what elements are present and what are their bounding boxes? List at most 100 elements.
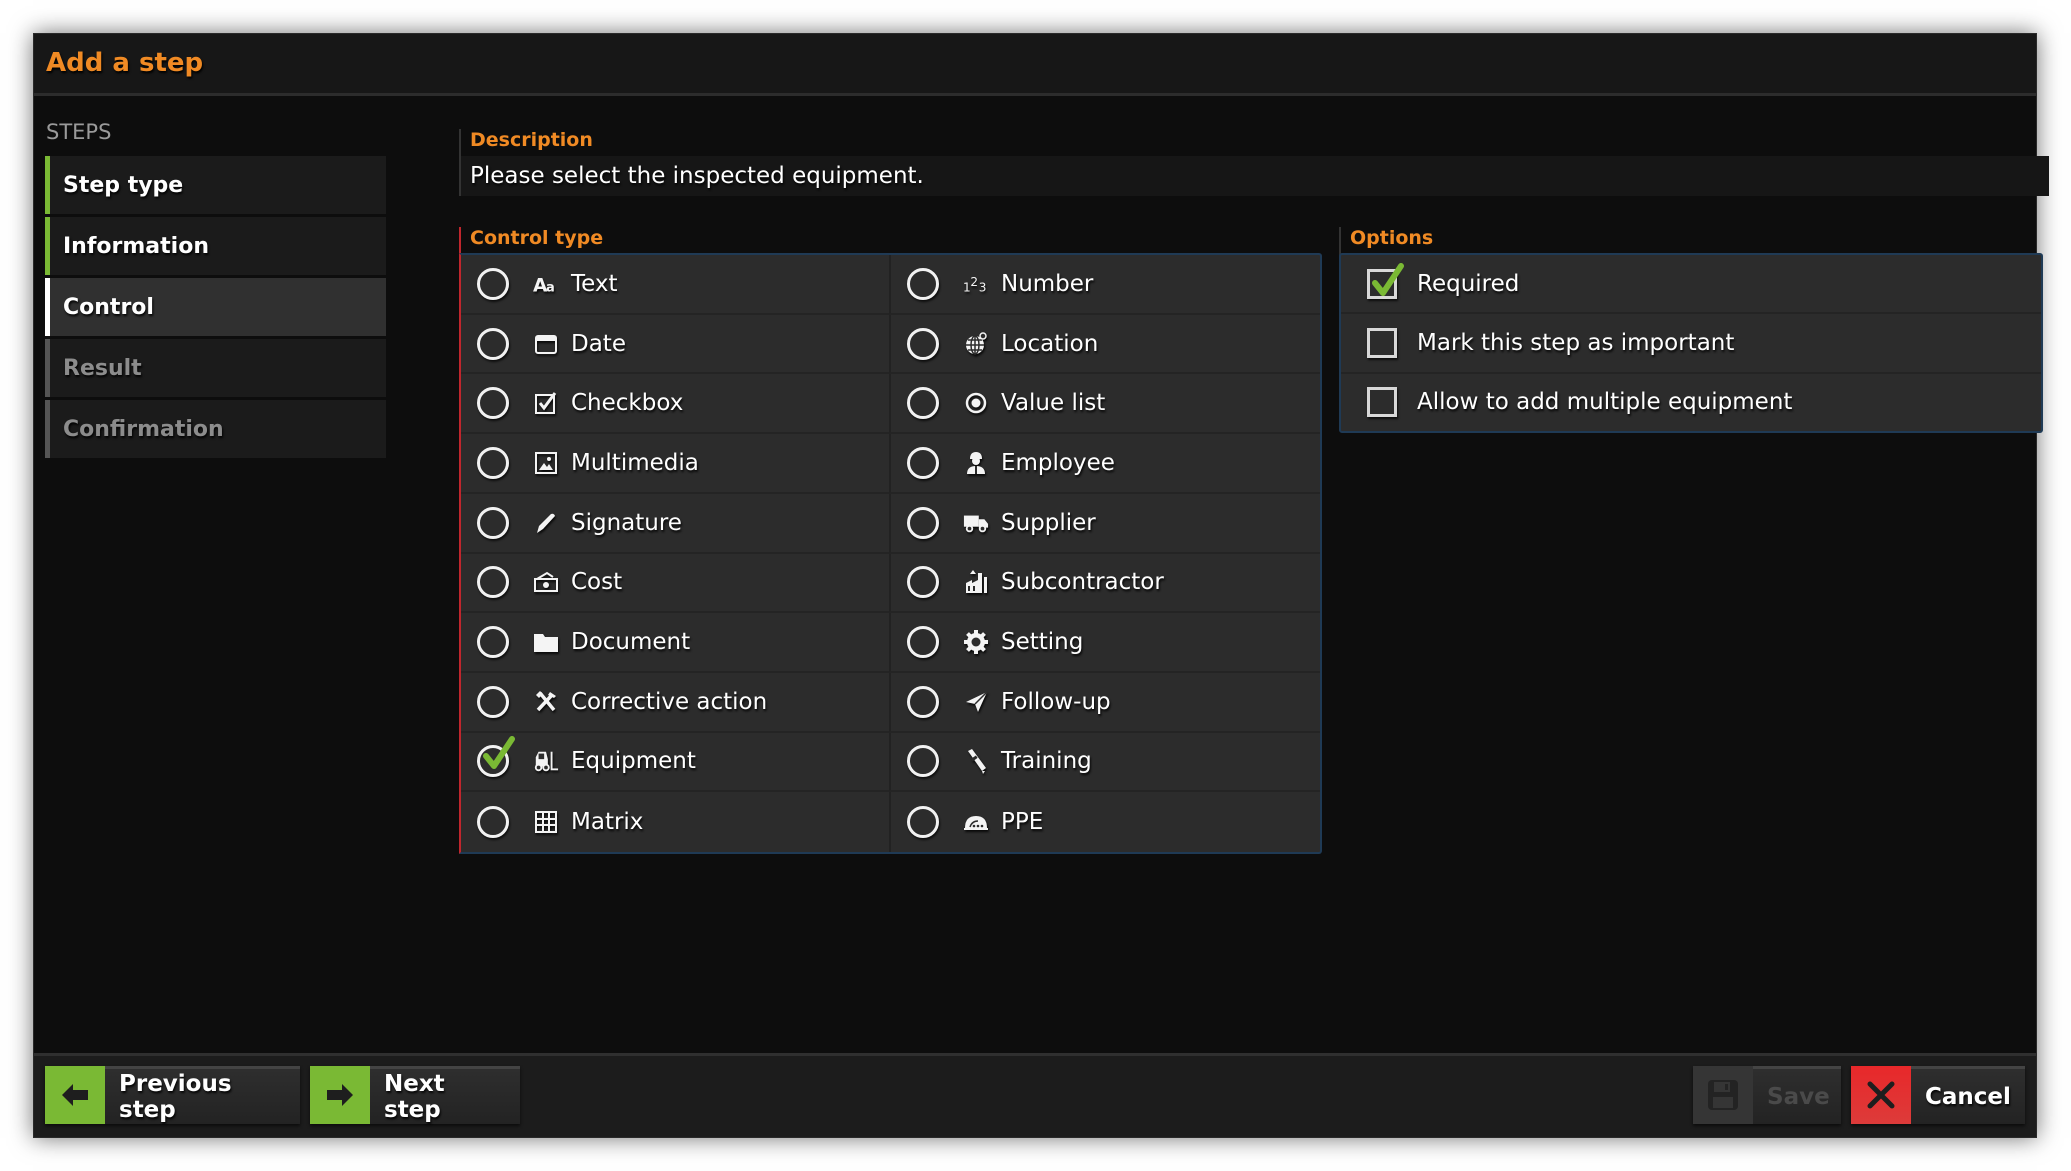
steps-list: Step type Information Control Result Con… [45, 156, 386, 461]
control-type-grid: Aa Text Date Checkbox Multimedia Signature Cos… [459, 253, 1322, 854]
control-type-label: Corrective action [571, 688, 768, 715]
control-type-option-ppe[interactable]: PPE [889, 792, 1320, 852]
svg-text:3: 3 [979, 280, 987, 294]
sidebar-item-result[interactable]: Result [45, 339, 386, 397]
radio-button[interactable] [477, 327, 509, 360]
required-option[interactable]: Required [1341, 255, 2041, 315]
control-type-label: Multimedia [571, 449, 699, 476]
checkbox-icon [533, 390, 559, 416]
save-button[interactable]: Save [1693, 1066, 1841, 1124]
checkbox[interactable] [1367, 387, 1397, 418]
radio-button[interactable] [477, 736, 515, 778]
radio-button[interactable] [907, 506, 939, 539]
control-type-option-supplier[interactable]: Supplier [889, 493, 1320, 554]
radio-button[interactable] [907, 685, 939, 718]
save-label: Save [1767, 1083, 1830, 1110]
sidebar-item-label: Result [63, 355, 142, 381]
control-type-option-equipment[interactable]: Equipment [461, 733, 889, 793]
control-type-option-follow-up[interactable]: Follow-up [889, 672, 1320, 733]
steps-heading: STEPS [46, 120, 112, 144]
control-type-option-setting[interactable]: Setting [889, 613, 1320, 673]
radio-button[interactable] [477, 566, 509, 599]
sidebar-item-information[interactable]: Information [45, 217, 386, 275]
control-type-option-checkbox[interactable]: Checkbox [461, 374, 889, 435]
control-type-option-date[interactable]: Date [461, 315, 889, 375]
radio-button[interactable] [907, 566, 939, 599]
footer-bar: Previous step Next step Save Cancel [34, 1053, 2036, 1137]
previous-step-button[interactable]: Previous step [45, 1066, 300, 1124]
control-type-option-location[interactable]: Location [889, 314, 1320, 375]
description-field[interactable]: Please select the inspected equipment. [459, 156, 2049, 196]
control-type-label: Cost [571, 569, 623, 596]
control-type-option-value-list[interactable]: Value list [889, 374, 1320, 435]
radio-button[interactable] [907, 267, 939, 300]
checkbox[interactable] [1367, 262, 1404, 299]
forklift-icon [533, 748, 559, 774]
control-type-option-signature[interactable]: Signature [461, 494, 889, 554]
cancel-label: Cancel [1925, 1083, 2011, 1110]
cancel-button[interactable]: Cancel [1851, 1066, 2025, 1124]
control-type-option-number[interactable]: 1 2 3 Number [889, 255, 1320, 315]
svg-text:2: 2 [970, 275, 978, 289]
radio-button[interactable] [477, 446, 509, 479]
diploma-icon [963, 748, 989, 775]
mark-important-option[interactable]: Mark this step as important [1341, 314, 2041, 374]
radio-button[interactable] [477, 267, 509, 300]
radio-button[interactable] [907, 387, 939, 420]
sidebar-item-confirmation[interactable]: Confirmation [45, 400, 386, 458]
control-type-option-training[interactable]: Training [889, 732, 1320, 793]
control-type-option-cost[interactable]: Cost [461, 554, 889, 614]
radio-button[interactable] [907, 806, 939, 839]
sidebar-item-label: Step type [63, 172, 184, 198]
control-type-label: Setting [1001, 629, 1084, 656]
control-type-option-employee[interactable]: Employee [889, 434, 1320, 494]
allow-multiple-equipment-option[interactable]: Allow to add multiple equipment [1341, 374, 2041, 431]
control-type-option-text[interactable]: Aa Text [461, 255, 889, 315]
control-type-option-multimedia[interactable]: Multimedia [461, 434, 889, 494]
control-type-label: Supplier [1001, 509, 1096, 536]
control-type-label: Date [571, 330, 626, 357]
control-type-option-document[interactable]: Document [461, 613, 889, 673]
radio-button[interactable] [477, 506, 509, 539]
option-label: Required [1417, 270, 1520, 297]
control-type-label: Follow-up [1001, 688, 1111, 715]
gear-icon [963, 629, 989, 655]
radio-button[interactable] [907, 745, 939, 778]
control-type-option-subcontractor[interactable]: Subcontractor [889, 553, 1320, 614]
next-step-button[interactable]: Next step [310, 1066, 520, 1124]
arrow-right-icon [310, 1066, 370, 1124]
option-label: Allow to add multiple equipment [1417, 389, 1793, 416]
sidebar-item-control[interactable]: Control [45, 278, 386, 336]
sidebar-item-step-type[interactable]: Step type [45, 156, 386, 214]
control-type-label: Matrix [571, 809, 644, 836]
text-format-icon: Aa [533, 271, 559, 297]
globe-pin-icon [963, 331, 989, 357]
folder-icon [533, 629, 559, 655]
option-label: Mark this step as important [1417, 329, 1735, 356]
checkbox[interactable] [1367, 327, 1397, 358]
radio-button[interactable] [477, 806, 509, 839]
control-type-option-corrective-action[interactable]: Corrective action [461, 673, 889, 733]
radio-button[interactable] [477, 387, 509, 420]
radio-button[interactable] [907, 327, 939, 360]
worker-icon [963, 450, 989, 476]
tools-icon [533, 689, 559, 715]
radio-button[interactable] [477, 626, 509, 659]
radio-dot-icon [963, 390, 989, 416]
control-type-label: Document [571, 629, 691, 656]
radio-button[interactable] [477, 685, 509, 718]
arrow-left-icon [45, 1066, 105, 1124]
pen-icon [533, 510, 559, 536]
radio-button[interactable] [907, 626, 939, 659]
checkmark-icon [1371, 262, 1405, 303]
radio-button[interactable] [907, 446, 939, 479]
previous-step-label: Previous step [119, 1070, 232, 1123]
numbers-icon: 123 [963, 271, 989, 297]
control-type-label: Equipment [571, 748, 696, 775]
control-type-label: Value list [1001, 390, 1106, 417]
sidebar-item-label: Confirmation [63, 416, 224, 442]
svg-text:a: a [546, 280, 555, 295]
control-type-label: Text [571, 270, 618, 297]
control-type-option-matrix[interactable]: Matrix [461, 792, 889, 852]
control-type-label: Checkbox [571, 390, 684, 417]
